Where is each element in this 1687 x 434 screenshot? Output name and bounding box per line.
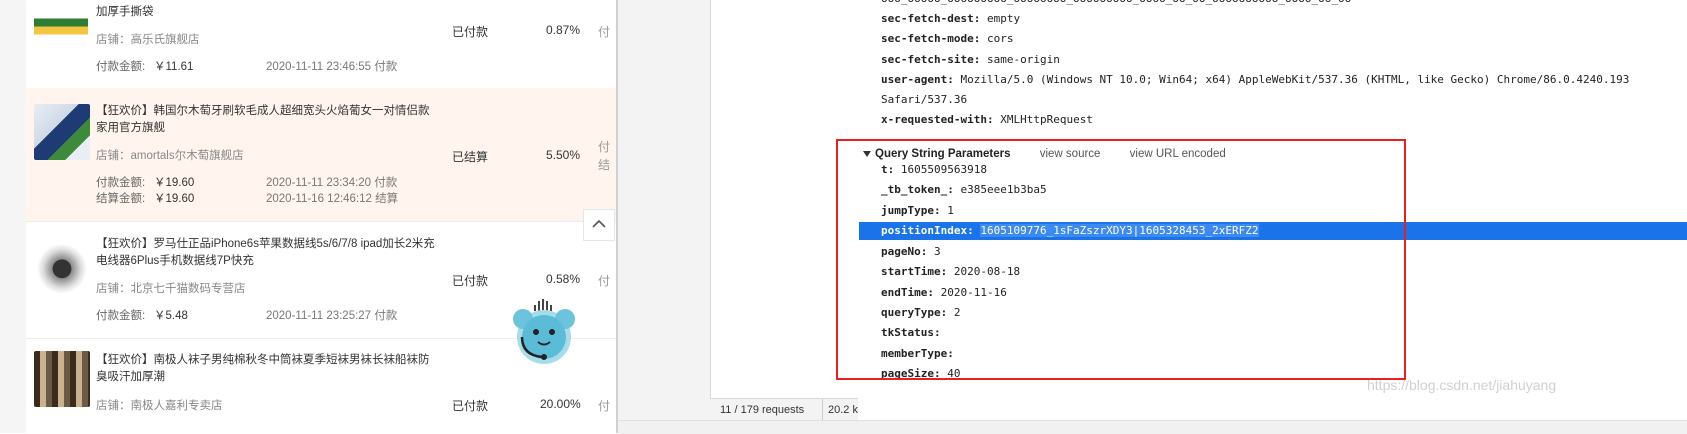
settle-amount-label: 结算金额: [96,193,146,205]
horizontal-scrollbar[interactable] [618,420,1687,434]
header-row: sec-fetch-mode: cors [881,32,1014,45]
customer-service-mascot-icon[interactable] [509,299,579,365]
watermark: https://blog.csdn.net/jiahuyang [1367,377,1557,393]
settle-time: 2020-11-16 12:46:12 结算 [266,193,399,205]
commission-rate: 5.50% [546,148,581,162]
product-title[interactable]: 加厚手撕袋 [96,4,436,21]
order-status: 已付款 [452,274,489,288]
header-row: user-agent: Mozilla/5.0 (Windows NT 10.0… [881,73,1630,86]
order-list: 加厚手撕袋 店铺：高乐氏旗舰店 付款金额: ￥11.61 2020-11-11 … [26,0,616,433]
order-status: 已付款 [452,399,489,413]
header-row: sec-fetch-site: same-origin [881,53,1060,66]
settle-amount: ￥19.60 [154,193,195,205]
truncated-column: 付 [598,140,611,154]
pay-time: 2020-11-11 23:25:27 付款 [266,310,398,322]
order-status: 已付款 [452,25,489,39]
shop-name[interactable]: 店铺：南极人嘉利专卖店 [96,397,223,413]
transfer-size: 20.2 k [822,399,858,421]
product-thumbnail[interactable] [34,351,90,407]
request-count: 11 / 179 requests [720,404,805,416]
product-thumbnail[interactable] [34,0,88,48]
truncated-column: 付 [598,399,611,413]
header-row: x-requested-with: XMLHttpRequest [881,113,1093,126]
pay-amount-label: 付款金额: [96,310,146,322]
header-row: sec-fetch-dest: empty [881,12,1021,25]
shop-name[interactable]: 店铺：高乐氏旗舰店 [96,31,200,47]
commission-rate: 0.58% [546,272,581,286]
network-status-bar: 11 / 179 requests 20.2 k [710,398,858,421]
list-item[interactable]: 【狂欢价】韩国尔木萄牙刷软毛成人超细宽头火焰葡女一对情侣款家用官方旗舰 店铺：a… [26,88,616,222]
pay-time: 2020-11-11 23:46:55 付款 [266,61,398,73]
pay-time: 2020-11-11 23:34:20 付款 [266,177,398,189]
back-to-top-button[interactable] [583,209,615,241]
truncated-column: 付 [598,25,611,39]
shop-name[interactable]: 店铺：北京七千猫数码专营店 [96,280,246,296]
truncated-column: 付 [598,274,611,288]
truncated-column: 结 [598,158,611,172]
chevron-up-icon [592,218,606,232]
request-list: 11 / 179 requests 20.2 k [618,0,859,433]
pay-amount-label: 付款金额: [96,177,146,189]
commission-rate: 0.87% [546,23,581,37]
pay-amount: ￥11.61 [154,61,194,73]
header-row-continuation: Safari/537.36 [881,93,968,106]
product-thumbnail[interactable] [34,238,90,294]
pay-amount: ￥5.48 [154,310,188,322]
order-list-panel: 加厚手撕袋 店铺：高乐氏旗舰店 付款金额: ￥11.61 2020-11-11 … [0,0,616,433]
header-row-partial: ooo_ooooo_ooooooooo_oooooooo_ooooooooo_o… [881,0,1351,5]
pay-amount: ￥19.60 [154,177,195,189]
pay-amount-label: 付款金额: [96,61,146,73]
product-thumbnail[interactable] [34,104,90,160]
list-item[interactable]: 加厚手撕袋 店铺：高乐氏旗舰店 付款金额: ￥11.61 2020-11-11 … [26,0,616,89]
order-status: 已结算 [452,150,489,164]
commission-rate: 20.00% [540,397,581,411]
product-title[interactable]: 【狂欢价】罗马仕正品iPhone6s苹果数据线5s/6/7/8 ipad加长2米… [96,236,436,270]
shop-name[interactable]: 店铺：amortals尔木萄旗舰店 [96,147,244,163]
annotation-highlight-box [836,139,1406,380]
product-title[interactable]: 【狂欢价】南极人袜子男纯棉秋冬中筒袜夏季短袜男袜长袜船袜防臭吸汗加厚潮 [96,352,436,386]
product-title[interactable]: 【狂欢价】韩国尔木萄牙刷软毛成人超细宽头火焰葡女一对情侣款家用官方旗舰 [96,103,436,137]
